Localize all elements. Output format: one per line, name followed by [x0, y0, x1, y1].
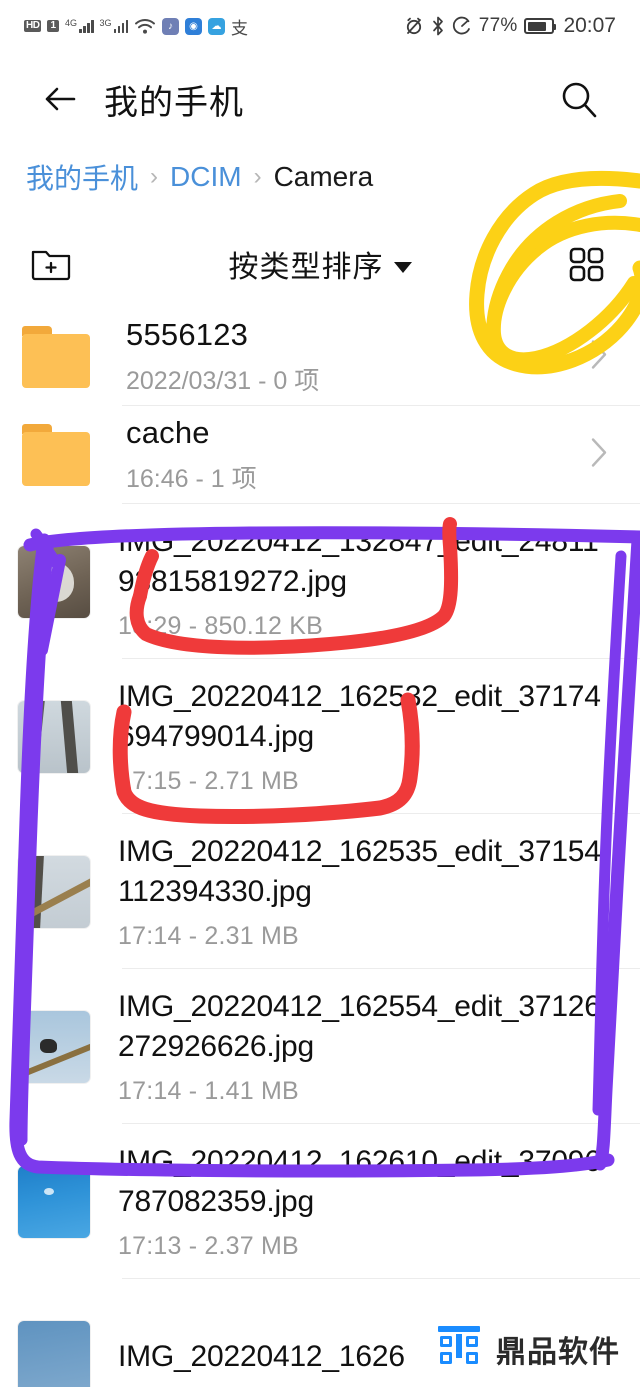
alipay-icon: 支 [231, 18, 249, 38]
status-bar: HD 1 4G 3G ♪ ◉ ☁ 支 77% 20:07 [0, 0, 640, 52]
breadcrumb-separator: › [150, 163, 159, 190]
file-thumbnail [18, 1320, 90, 1387]
app-bar: 我的手机 [0, 60, 640, 138]
list-item-folder[interactable]: 5556123 2022/03/31 - 0 项 [0, 308, 640, 406]
clock-label: 20:07 [563, 14, 616, 37]
breadcrumb: 我的手机 › DCIM › Camera [26, 152, 373, 202]
file-thumbnail [18, 700, 90, 773]
file-name: IMG_20220412_162532_edit_37174694799014.… [118, 680, 601, 753]
file-name: IMG_20220412_132847_edit_248119381581927… [118, 525, 599, 598]
folder-name: 5556123 [126, 317, 249, 352]
file-sub: 17:13 - 2.37 MB [118, 1231, 299, 1260]
toolbar: 按类型排序 [0, 222, 640, 304]
file-list: 5556123 2022/03/31 - 0 项 cache 16:46 - 1… [0, 308, 640, 1387]
net-3g-label: 3G [99, 18, 112, 28]
file-sub: 17:14 - 1.41 MB [118, 1076, 299, 1105]
battery-percent-label: 77% [478, 15, 518, 36]
status-bar-left: HD 1 4G 3G ♪ ◉ ☁ 支 [24, 14, 248, 39]
folder-sub: 2022/03/31 - 0 项 [126, 367, 320, 395]
file-meta: IMG_20220412_162532_edit_37174694799014.… [118, 677, 640, 796]
alarm-off-icon [404, 16, 424, 36]
chevron-down-icon [393, 261, 412, 273]
file-name: IMG_20220412_162610_edit_37096787082359.… [118, 1145, 601, 1218]
file-name: IMG_20220412_162535_edit_37154112394330.… [118, 835, 601, 908]
chevron-right-icon [588, 436, 610, 475]
folder-icon [20, 326, 98, 388]
sort-dropdown[interactable]: 按类型排序 [0, 242, 640, 286]
signal-4g-icon: 4G [65, 19, 94, 33]
file-sub: 17:14 - 2.31 MB [118, 921, 299, 950]
battery-icon [524, 18, 557, 34]
file-thumbnail [18, 855, 90, 928]
file-meta: IMG_20220412_162535_edit_37154112394330.… [118, 832, 640, 951]
music-app-icon: ♪ [162, 17, 180, 35]
file-meta: IMG_20220412_132847_edit_248119381581927… [118, 522, 640, 641]
dingpin-logo-icon [436, 1324, 482, 1373]
chevron-right-icon [588, 338, 610, 377]
breadcrumb-item-2[interactable]: Camera [274, 161, 374, 193]
back-arrow-icon[interactable] [40, 79, 80, 119]
file-name: IMG_20220412_162554_edit_37126272926626.… [118, 990, 601, 1063]
breadcrumb-item-0[interactable]: 我的手机 [26, 157, 138, 197]
watermark-text: 鼎品软件 [496, 1335, 620, 1369]
list-item-file[interactable]: IMG_20220412_132847_edit_248119381581927… [0, 504, 640, 659]
folder-sub: 16:46 - 1 项 [126, 465, 257, 493]
wifi-icon [134, 18, 156, 35]
file-meta: IMG_20220412_162554_edit_37126272926626.… [118, 987, 640, 1106]
folder-icon [20, 424, 98, 486]
file-thumbnail [18, 545, 90, 618]
file-thumbnail [18, 1165, 90, 1238]
folder-name: cache [126, 415, 210, 450]
list-item-file[interactable]: IMG_20220412_162532_edit_37174694799014.… [0, 659, 640, 814]
list-item-folder[interactable]: cache 16:46 - 1 项 [0, 406, 640, 504]
net-4g-label: 4G [65, 18, 78, 28]
list-item-file[interactable]: IMG_20220412_162535_edit_37154112394330.… [0, 814, 640, 969]
page-title: 我的手机 [104, 83, 244, 122]
list-item-file[interactable]: IMG_20220412_162610_edit_37096787082359.… [0, 1124, 640, 1279]
file-sub: 17:15 - 2.71 MB [118, 766, 299, 795]
breadcrumb-separator: › [253, 163, 262, 190]
sort-label: 按类型排序 [228, 251, 384, 284]
folder-meta: cache 16:46 - 1 项 [126, 415, 640, 495]
cloud-icon: ☁ [208, 17, 226, 35]
hd-badge-icon: HD [24, 20, 42, 32]
status-bar-right: 77% 20:07 [404, 14, 616, 38]
data-saver-icon [452, 16, 472, 36]
breadcrumb-item-1[interactable]: DCIM [170, 161, 242, 193]
file-thumbnail [18, 1010, 90, 1083]
sim-badge-icon: 1 [47, 20, 60, 32]
bluetooth-icon [431, 16, 445, 36]
file-sub: 13:29 - 850.12 KB [118, 611, 323, 640]
file-meta: IMG_20220412_162610_edit_37096787082359.… [118, 1142, 640, 1261]
search-icon[interactable] [558, 78, 600, 120]
grid-view-icon[interactable] [564, 242, 608, 286]
list-item-file[interactable]: IMG_20220412_162554_edit_37126272926626.… [0, 969, 640, 1124]
flashlight-icon: ◉ [185, 17, 203, 35]
signal-3g-icon: 3G [100, 19, 129, 33]
watermark: 鼎品软件 [436, 1324, 620, 1373]
phone-screen: HD 1 4G 3G ♪ ◉ ☁ 支 77% 20:07 我的手机 我的手机 ›… [0, 0, 640, 1387]
folder-meta: 5556123 2022/03/31 - 0 项 [126, 317, 640, 397]
